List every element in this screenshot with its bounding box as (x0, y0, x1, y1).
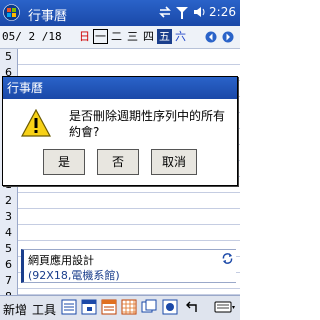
undo-icon[interactable] (184, 299, 200, 315)
day-mon[interactable]: 一 (93, 29, 108, 44)
status-area: 2:26 (158, 5, 236, 19)
dialog-buttons: 是 否 取消 (43, 149, 197, 175)
recurrence-icon (222, 253, 233, 264)
no-button[interactable]: 否 (97, 149, 139, 175)
hour-label: 5 (0, 241, 18, 257)
hour-label: 4 (0, 225, 18, 241)
hour-row[interactable]: 4 (0, 225, 240, 241)
month-view-icon[interactable] (121, 299, 137, 315)
hour-label: 7 (0, 273, 18, 289)
clock[interactable]: 2:26 (209, 5, 236, 19)
dialog-message: 是否刪除週期性序列中的所有約會? (69, 109, 226, 139)
dialog-title: 行事曆 (3, 77, 237, 99)
appointment-block[interactable]: 網頁應用設計 (92X18,電機系館) (21, 249, 236, 283)
sync-arrows-icon[interactable] (158, 5, 172, 19)
category-view-icon[interactable] (162, 299, 178, 315)
hour-label: 2 (0, 193, 18, 209)
hour-row[interactable]: 3 (0, 209, 240, 225)
day-tue[interactable]: 二 (109, 29, 124, 44)
hour-label: 5 (0, 49, 18, 65)
day-thu[interactable]: 四 (141, 29, 156, 44)
day-sat[interactable]: 六 (173, 29, 188, 44)
hour-label: 3 (0, 209, 18, 225)
day-sun[interactable]: 日 (77, 29, 92, 44)
appointment-detail: (92X18,電機系館) (28, 269, 120, 282)
current-date[interactable]: 05/ 2 /18 (2, 30, 62, 43)
week-view-icon[interactable] (101, 299, 117, 315)
yes-button[interactable]: 是 (43, 149, 85, 175)
speaker-icon[interactable] (192, 5, 206, 19)
delete-confirm-dialog: 行事曆 是否刪除週期性序列中的所有約會? 是 否 取消 (2, 76, 238, 186)
appointment-title: 網頁應用設計 (28, 254, 94, 267)
hour-row[interactable]: 5 (0, 49, 240, 65)
week-bar: 05/ 2 /18 日 一 二 三 四 五 六 (0, 26, 240, 49)
title-bar: 行事曆 2:26 (0, 0, 240, 26)
day-view-icon[interactable] (81, 299, 97, 315)
prev-week-icon[interactable] (205, 30, 217, 44)
hour-row[interactable]: 2 (0, 193, 240, 209)
next-week-icon[interactable] (222, 30, 234, 44)
new-menu[interactable]: 新增 (3, 301, 27, 318)
cancel-button[interactable]: 取消 (151, 149, 197, 175)
agenda-view-icon[interactable] (61, 299, 77, 315)
keyboard-icon[interactable] (214, 299, 236, 315)
day-wed[interactable]: 三 (125, 29, 140, 44)
year-view-icon[interactable] (141, 299, 157, 315)
week-days: 日 一 二 三 四 五 六 (77, 29, 188, 44)
warning-icon (21, 109, 51, 137)
bottom-toolbar: 新增 工具 (0, 295, 240, 320)
signal-icon[interactable] (175, 5, 189, 19)
app-title: 行事曆 (28, 9, 68, 24)
hour-label: 6 (0, 257, 18, 273)
windows-start-icon[interactable] (3, 4, 20, 21)
tools-menu[interactable]: 工具 (32, 301, 56, 318)
day-fri[interactable]: 五 (157, 29, 172, 44)
